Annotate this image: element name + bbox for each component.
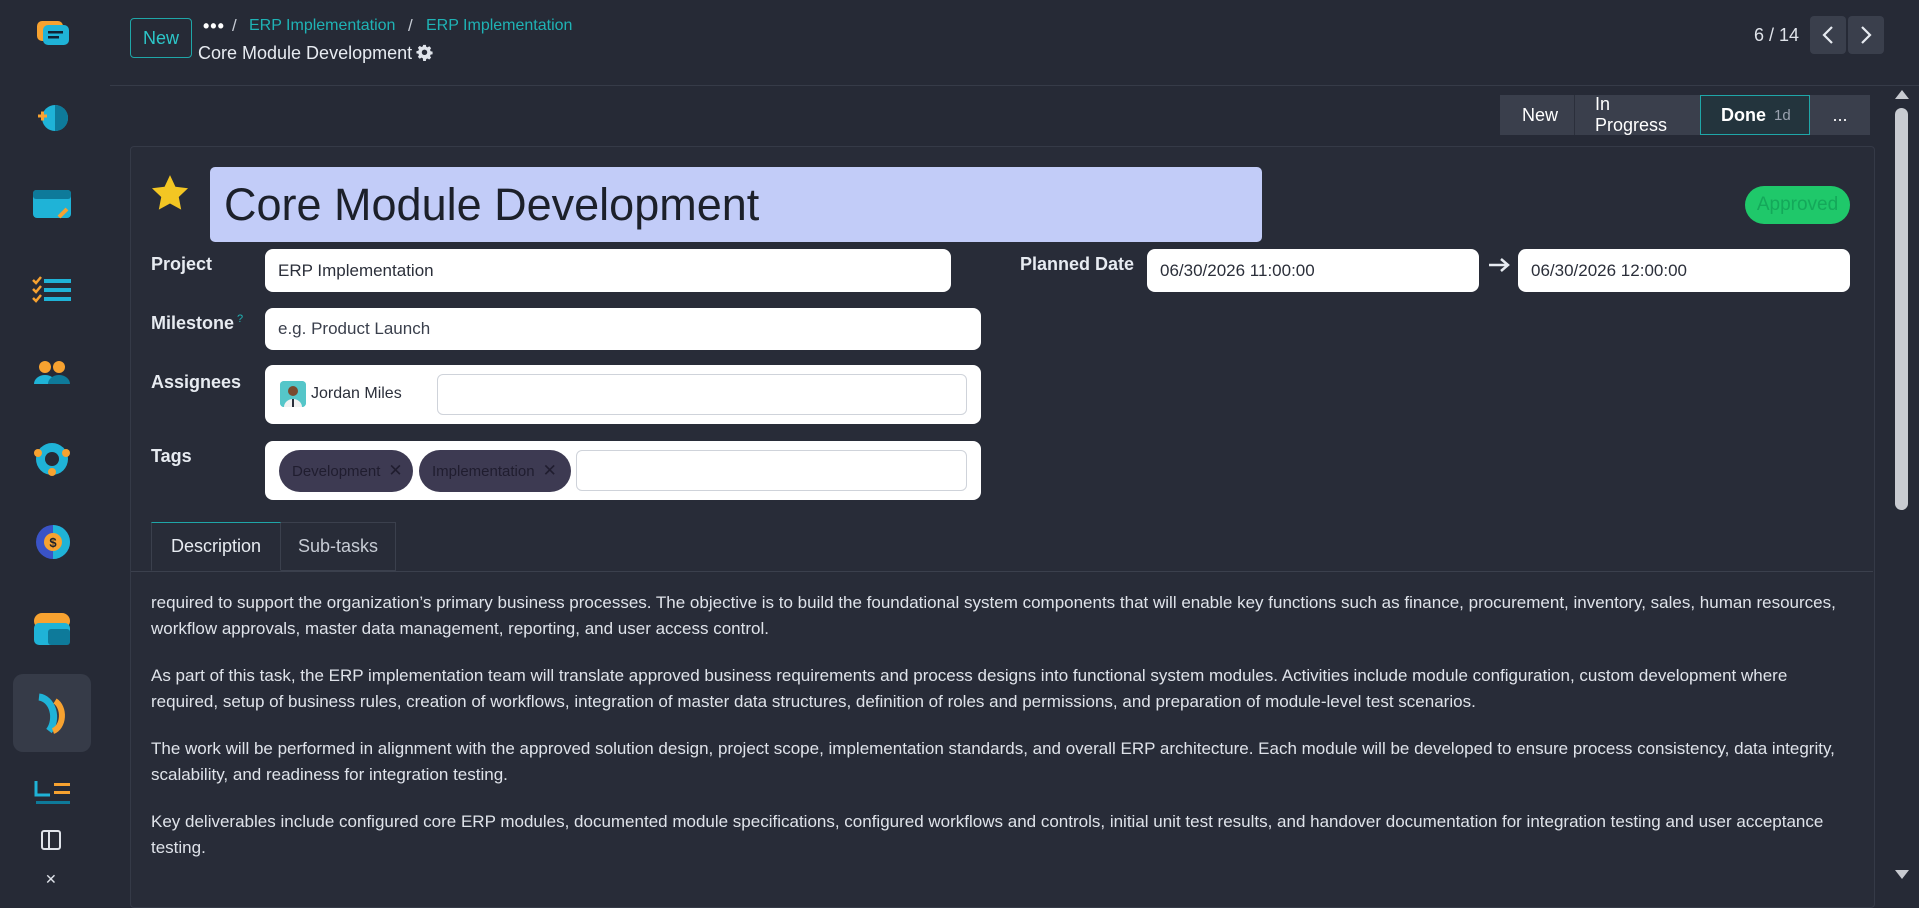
tags-label: Tags	[151, 446, 192, 466]
dashboards-icon[interactable]	[13, 590, 91, 668]
stage-label: Done	[1721, 104, 1766, 125]
tag-label: Implementation	[432, 462, 535, 480]
chevron-right-icon	[1861, 26, 1872, 44]
sales-icon[interactable]: $	[13, 503, 91, 581]
gear-icon[interactable]	[416, 44, 433, 61]
appointments-icon[interactable]	[13, 79, 91, 157]
task-name-input[interactable]	[210, 167, 1262, 242]
tag-remove-icon[interactable]: ✕	[543, 461, 557, 481]
planned-date-start-value: 06/30/2026 11:00:00	[1160, 260, 1315, 280]
stage-label: New	[1522, 104, 1559, 125]
tag-badge[interactable]: Implementation ✕	[419, 450, 571, 492]
breadcrumb-link-project[interactable]: ERP Implementation	[249, 17, 395, 35]
tags-search-input[interactable]	[576, 450, 967, 491]
sidebar-toggle-icon[interactable]	[41, 830, 61, 850]
tag-label: Development	[292, 462, 381, 480]
star-icon[interactable]	[149, 172, 191, 214]
milestone-label: Milestone?	[151, 313, 243, 334]
planned-date-label: Planned Date	[1020, 254, 1135, 274]
scroll-down-arrow-icon[interactable]	[1895, 870, 1909, 879]
todo-icon[interactable]	[13, 250, 91, 328]
scrollbar-thumb[interactable]	[1895, 108, 1908, 510]
notebook-tabs: Description Sub-tasks	[131, 522, 1873, 572]
description-paragraph: The work will be performed in alignment …	[151, 739, 1835, 784]
pager-previous-button[interactable]	[1810, 16, 1846, 54]
contacts-icon[interactable]	[13, 333, 91, 411]
avatar	[280, 381, 306, 407]
planned-date-end-value: 06/30/2026 12:00:00	[1531, 260, 1687, 280]
approval-status-badge[interactable]: Approved	[1745, 186, 1850, 224]
scroll-up-arrow-icon[interactable]	[1895, 90, 1909, 99]
stage-done-button[interactable]: Done 1d	[1700, 95, 1810, 135]
breadcrumb-link-tasks[interactable]: ERP Implementation	[426, 17, 572, 35]
stage-duration: 1d	[1774, 106, 1791, 124]
control-panel: New ••• / ERP Implementation / ERP Imple…	[110, 0, 1919, 86]
description-paragraph: As part of this task, the ERP implementa…	[151, 666, 1788, 711]
stage-statusbar: New In Progress Done 1d ...	[1500, 94, 1870, 135]
help-tooltip-icon[interactable]: ?	[237, 313, 243, 325]
milestone-label-text: Milestone	[151, 313, 235, 333]
description-editor[interactable]: required to support the organization’s p…	[151, 590, 1851, 882]
calendar-icon[interactable]	[13, 165, 91, 243]
chevron-left-icon	[1822, 26, 1833, 44]
assignees-label: Assignees	[151, 372, 242, 392]
pager-value[interactable]: 6 / 14	[1754, 25, 1799, 46]
new-button[interactable]: New	[130, 18, 192, 58]
app-sidebar: $ ✕	[0, 0, 103, 886]
milestone-input[interactable]	[278, 319, 968, 339]
project-icon[interactable]	[13, 674, 91, 752]
tag-badge[interactable]: Development ✕	[279, 450, 413, 492]
stage-in-progress-button[interactable]: In Progress	[1574, 94, 1700, 135]
planned-date-end-field[interactable]: 06/30/2026 12:00:00	[1518, 249, 1850, 292]
pager-next-button[interactable]	[1848, 16, 1884, 54]
tab-sub-tasks[interactable]: Sub-tasks	[281, 522, 396, 571]
tab-description[interactable]: Description	[151, 522, 281, 571]
planned-date-start-field[interactable]: 06/30/2026 11:00:00	[1147, 249, 1479, 292]
breadcrumb-separator: /	[408, 16, 413, 35]
milestone-field[interactable]	[265, 308, 981, 350]
close-icon[interactable]: ✕	[45, 872, 57, 886]
project-value: ERP Implementation	[278, 260, 434, 280]
stage-new-button[interactable]: New	[1500, 95, 1574, 135]
breadcrumb-dots[interactable]: •••	[203, 16, 225, 37]
breadcrumb-separator: /	[232, 16, 237, 35]
project-field[interactable]: ERP Implementation	[265, 249, 951, 292]
timesheets-icon[interactable]	[13, 756, 91, 834]
stage-label: In Progress	[1595, 94, 1668, 135]
project-label: Project	[151, 254, 213, 274]
assignee-name[interactable]: Jordan Miles	[311, 385, 402, 403]
stage-more-button[interactable]: ...	[1810, 95, 1870, 135]
description-paragraph: Key deliverables include configured core…	[151, 812, 1824, 857]
tag-remove-icon[interactable]: ✕	[388, 461, 402, 481]
record-title: Core Module Development	[198, 43, 413, 63]
svg-text:$: $	[49, 535, 57, 550]
arrow-right-icon	[1489, 258, 1510, 272]
crm-icon[interactable]	[13, 420, 91, 498]
description-paragraph: required to support the organization’s p…	[151, 593, 1836, 638]
assignees-search-input[interactable]	[437, 374, 967, 415]
discuss-icon[interactable]	[13, 0, 91, 70]
